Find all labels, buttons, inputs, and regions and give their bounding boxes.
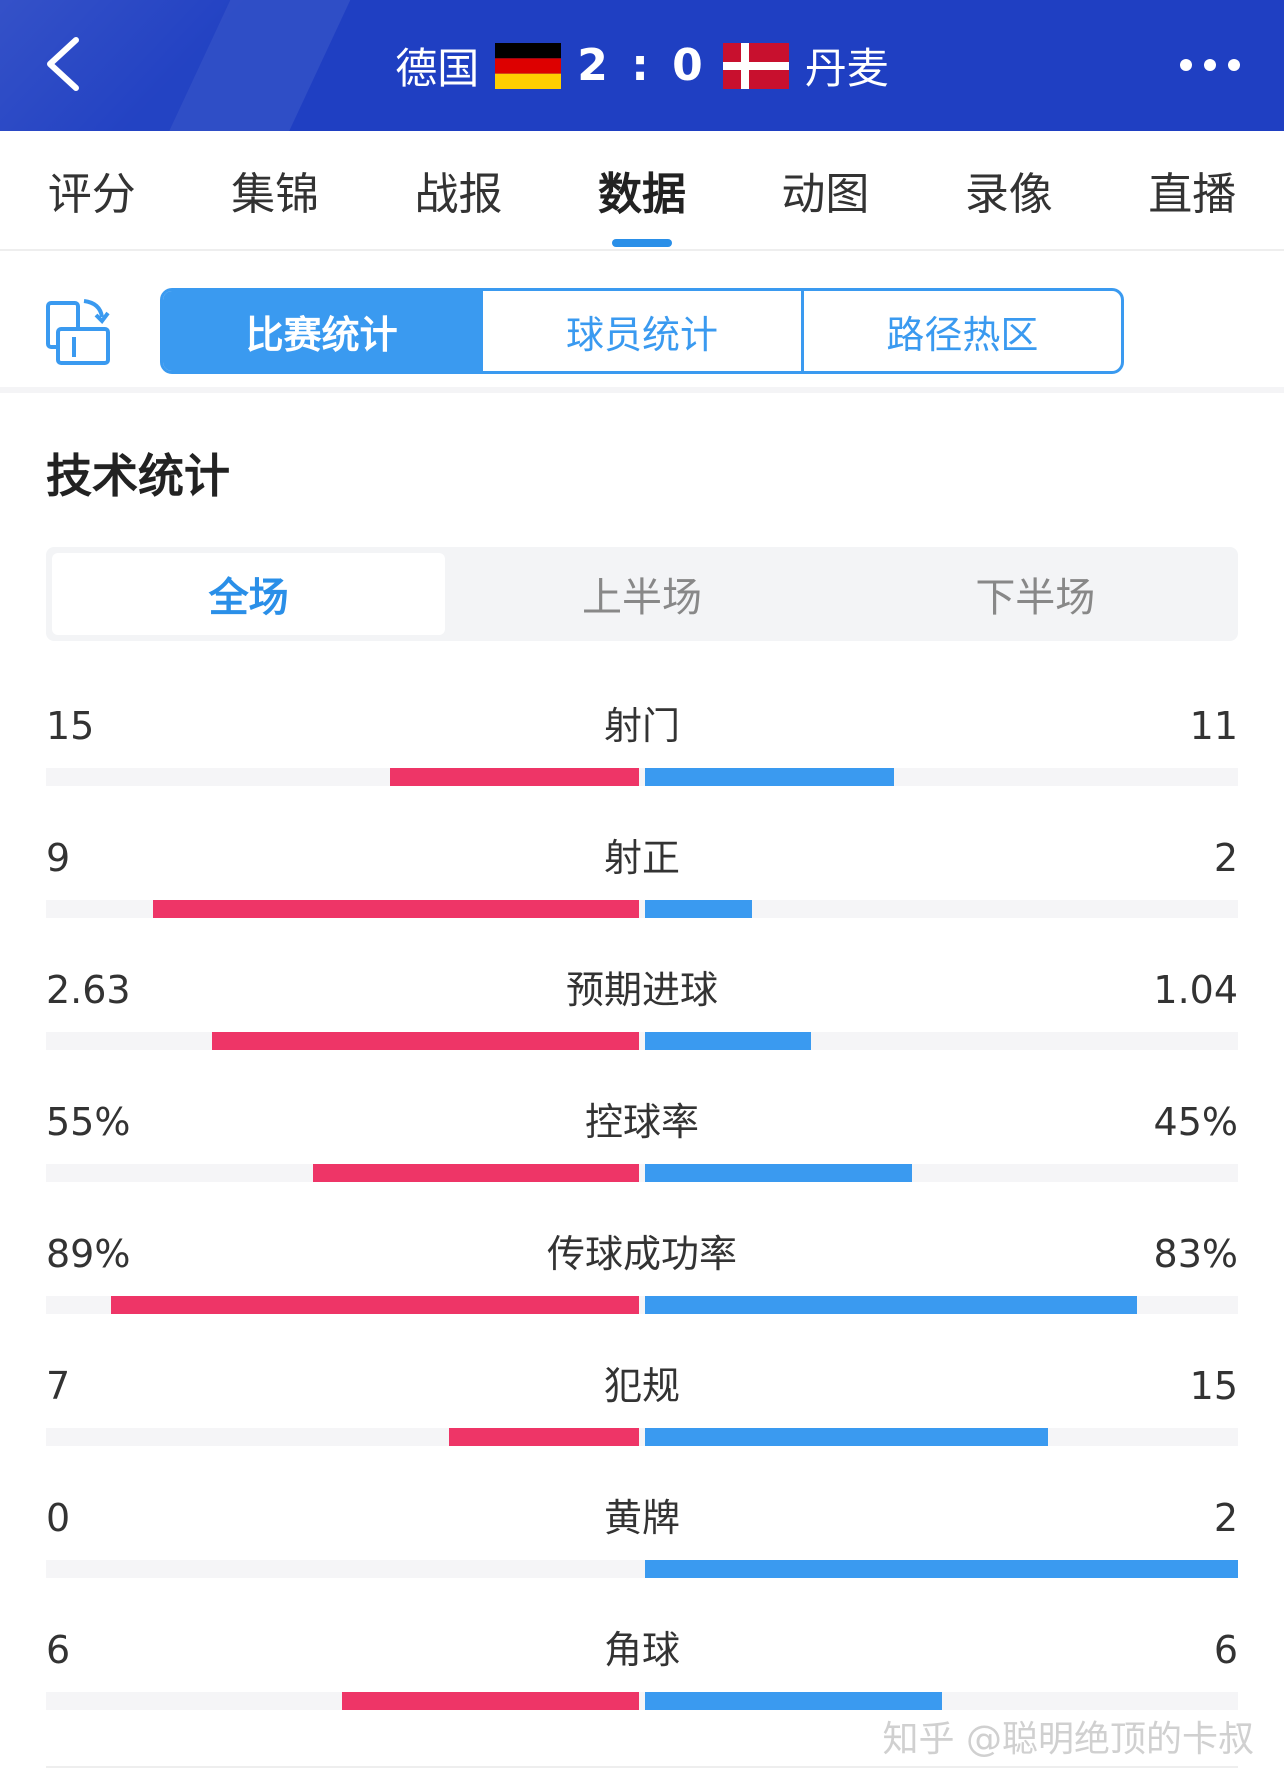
denmark-flag-icon — [722, 42, 789, 89]
stat-track — [46, 768, 1238, 786]
stat-track — [46, 1692, 1238, 1710]
more-dot-icon — [1228, 59, 1240, 71]
stat-track — [46, 1428, 1238, 1446]
stat-home-bar — [153, 900, 639, 918]
more-dot-icon — [1180, 59, 1192, 71]
tab-gifs[interactable]: 动图 — [734, 131, 917, 249]
stats-list: 15 射门 11 9 射正 2 2.63 预期进球 1.04 55% 控球率 4… — [46, 680, 1238, 1736]
stat-row: 7 犯规 15 — [46, 1340, 1238, 1472]
stat-away-bar — [645, 1560, 1238, 1578]
tab-rating[interactable]: 评分 — [0, 131, 183, 249]
tab-data[interactable]: 数据 — [550, 131, 733, 249]
stat-name: 传球成功率 — [546, 1232, 737, 1276]
stat-home-bar — [212, 1032, 639, 1050]
match-title: 德国 2 : 0 丹麦 — [0, 0, 1284, 131]
stat-away-value: 6 — [1213, 1628, 1238, 1672]
stat-home-bar — [111, 1296, 639, 1314]
stat-away-value: 1.04 — [1153, 968, 1238, 1012]
stat-track — [46, 1164, 1238, 1182]
stat-home-bar — [390, 768, 639, 786]
switch-view-button[interactable] — [44, 297, 112, 369]
match-header: 德国 2 : 0 丹麦 — [0, 0, 1284, 131]
subtab-match-stats[interactable]: 比赛统计 — [163, 291, 484, 371]
switch-view-icon — [46, 299, 110, 365]
stat-name: 犯规 — [603, 1364, 680, 1408]
stat-away-value: 15 — [1189, 1364, 1238, 1408]
main-tabs: 评分 集锦 战报 数据 动图 录像 直播 — [0, 131, 1284, 251]
period-selector: 全场 上半场 下半场 — [46, 547, 1238, 641]
away-team-name: 丹麦 — [804, 44, 889, 93]
stat-row: 2.63 预期进球 1.04 — [46, 944, 1238, 1076]
stat-away-value: 45% — [1153, 1100, 1238, 1144]
stat-name: 射门 — [603, 704, 680, 748]
germany-flag-icon — [495, 42, 562, 89]
watermark: 知乎 @聪明绝顶的卡叔 — [882, 1719, 1254, 1760]
stat-away-bar — [645, 1296, 1137, 1314]
tab-report[interactable]: 战报 — [367, 131, 550, 249]
stat-row: 15 射门 11 — [46, 680, 1238, 812]
stat-row: 9 射正 2 — [46, 812, 1238, 944]
stat-name: 射正 — [603, 836, 680, 880]
period-first-half[interactable]: 上半场 — [445, 553, 838, 635]
stat-name: 控球率 — [584, 1100, 699, 1144]
stat-away-value: 11 — [1189, 704, 1238, 748]
stat-row: 0 黄牌 2 — [46, 1472, 1238, 1604]
stat-away-bar — [645, 1428, 1048, 1446]
more-dot-icon — [1204, 59, 1216, 71]
match-score: 2 : 0 — [577, 40, 707, 91]
stats-subbar: 比赛统计 球员统计 路径热区 — [0, 253, 1284, 393]
period-second-half[interactable]: 下半场 — [839, 553, 1232, 635]
stats-type-selector: 比赛统计 球员统计 路径热区 — [160, 288, 1124, 374]
stat-away-bar — [645, 768, 894, 786]
period-full-match[interactable]: 全场 — [52, 553, 446, 635]
stat-away-bar — [645, 1032, 811, 1050]
stat-row: 89% 传球成功率 83% — [46, 1208, 1238, 1340]
divider — [46, 1766, 1238, 1768]
tab-highlights[interactable]: 集锦 — [183, 131, 366, 249]
stat-away-value: 83% — [1153, 1232, 1238, 1276]
more-options-button[interactable] — [1180, 52, 1242, 78]
subtab-player-stats[interactable]: 球员统计 — [483, 291, 804, 371]
stat-home-bar — [313, 1164, 639, 1182]
stat-name: 黄牌 — [603, 1496, 680, 1540]
stat-away-value: 2 — [1213, 836, 1238, 880]
section-title: 技术统计 — [46, 449, 230, 503]
tab-replay[interactable]: 录像 — [917, 131, 1100, 249]
stat-name: 预期进球 — [565, 968, 718, 1012]
stat-name: 角球 — [603, 1628, 680, 1672]
stat-away-bar — [645, 900, 752, 918]
stat-row: 55% 控球率 45% — [46, 1076, 1238, 1208]
stat-away-bar — [645, 1692, 942, 1710]
tab-live[interactable]: 直播 — [1101, 131, 1284, 249]
home-team-name: 德国 — [395, 44, 480, 93]
stat-home-bar — [449, 1428, 639, 1446]
stat-home-bar — [342, 1692, 639, 1710]
stat-away-bar — [645, 1164, 912, 1182]
subtab-heatmap[interactable]: 路径热区 — [804, 291, 1121, 371]
stat-away-value: 2 — [1213, 1496, 1238, 1540]
